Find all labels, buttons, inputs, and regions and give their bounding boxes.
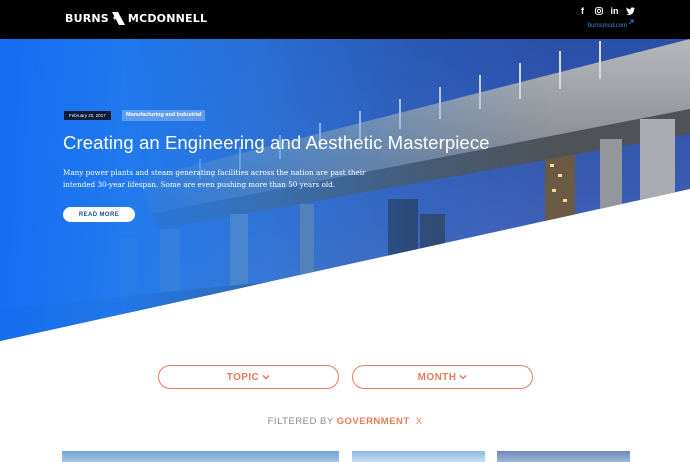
post-category-tag[interactable]: Manufacturing and Industrial bbox=[122, 110, 206, 121]
topic-filter-label: TOPIC bbox=[226, 371, 260, 383]
linkedin-icon[interactable]: in bbox=[610, 6, 619, 16]
chevron-down-icon bbox=[262, 374, 270, 380]
active-filter-value: GOVERNMENT bbox=[336, 416, 410, 427]
read-more-button[interactable]: READ MORE bbox=[63, 207, 135, 222]
logo-text-left: BURNS bbox=[65, 12, 109, 25]
topic-filter-dropdown[interactable]: TOPIC bbox=[158, 365, 339, 389]
twitter-icon[interactable] bbox=[626, 6, 635, 16]
active-filter-row: FILTERED BY GOVERNMENT X bbox=[0, 416, 690, 427]
instagram-icon[interactable] bbox=[594, 6, 603, 16]
clear-filter-icon[interactable]: X bbox=[416, 416, 423, 426]
burns-mcdonnell-logo[interactable]: BURNS MCDONNELL bbox=[65, 11, 207, 26]
chevron-down-icon bbox=[459, 374, 467, 380]
logo-ampersand-mark bbox=[111, 12, 125, 25]
month-filter-label: MONTH bbox=[417, 371, 457, 383]
logo-text-right: MCDONNELL bbox=[127, 12, 208, 25]
top-navigation-bar: BURNS MCDONNELL f in burnsmcd.com bbox=[0, 0, 690, 39]
post-date-tag: February 20, 2017 bbox=[64, 111, 111, 120]
article-card-image[interactable] bbox=[62, 451, 339, 462]
facebook-icon[interactable]: f bbox=[578, 6, 587, 16]
article-card-image[interactable] bbox=[352, 451, 485, 462]
social-links: f in bbox=[578, 6, 635, 16]
site-link[interactable]: burnsmcd.com bbox=[588, 23, 627, 29]
month-filter-dropdown[interactable]: MONTH bbox=[352, 365, 533, 389]
hero-excerpt: Many power plants and steam generating f… bbox=[63, 168, 366, 189]
external-link-icon[interactable] bbox=[628, 19, 634, 25]
filtered-by-label: FILTERED BY bbox=[267, 416, 334, 427]
hero-title[interactable]: Creating an Engineering and Aesthetic Ma… bbox=[63, 132, 490, 154]
article-card-image[interactable] bbox=[497, 451, 630, 462]
